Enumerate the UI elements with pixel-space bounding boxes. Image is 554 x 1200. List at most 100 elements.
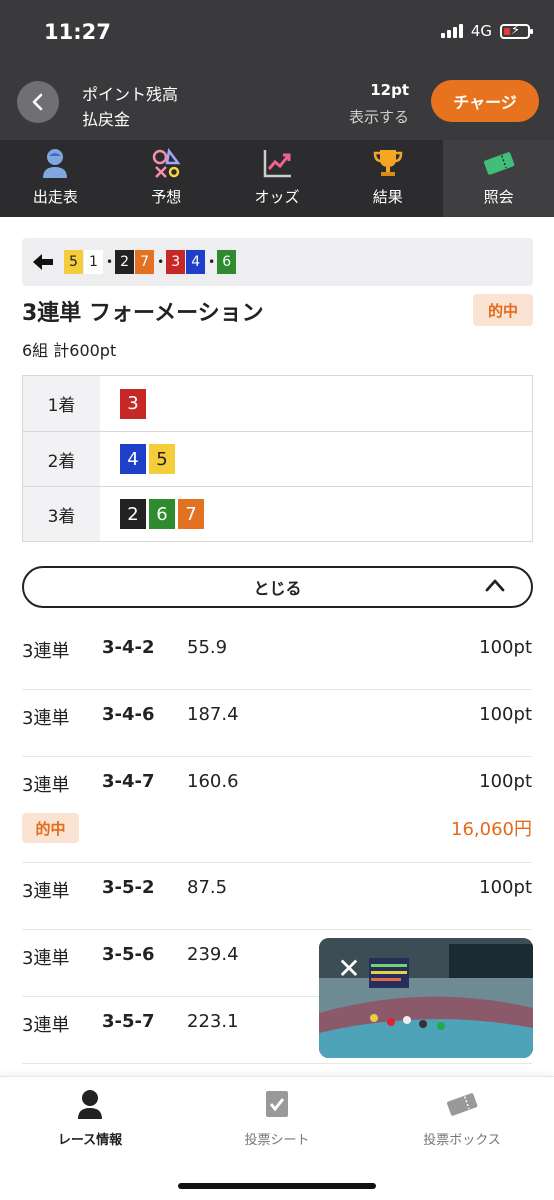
refund-show-link[interactable]: 表示する: [349, 106, 409, 127]
ticket-icon: [482, 146, 516, 180]
combo-summary-bar: 5 1 • 2 7 • 3 4 • 6: [22, 238, 533, 286]
number-box-6: 6: [149, 499, 175, 529]
bet-row: 3連単 3-4-2 55.9 100pt: [22, 623, 532, 690]
charge-button[interactable]: チャージ: [431, 80, 539, 122]
points-label: ポイント残高: [82, 85, 179, 104]
bet-amt: 100pt: [479, 771, 532, 792]
trophy-icon: [371, 146, 405, 180]
tab-label: 予想: [151, 188, 182, 206]
tab-odds[interactable]: オッズ: [222, 140, 333, 217]
bottom-tab-race-info[interactable]: レース情報: [15, 1087, 165, 1148]
place-label: 1着: [23, 376, 100, 431]
hit-badge: 的中: [473, 294, 533, 326]
number-box-2: 2: [115, 250, 135, 274]
prediction-icon: [149, 146, 183, 180]
combo-separator: •: [208, 255, 216, 269]
header: ポイント残高 払戻金 12pt 表示する チャージ: [0, 66, 554, 140]
tab-race-card[interactable]: 出走表: [0, 140, 111, 217]
bottom-tab-label: レース情報: [57, 1133, 123, 1148]
bottom-tab-vote-sheet[interactable]: 投票シート: [202, 1087, 352, 1148]
bet-type: 3連単: [22, 948, 70, 969]
number-box-7: 7: [178, 499, 204, 529]
formation-table: 1着 3 2着 4 5 3着 2 6 7: [22, 375, 533, 542]
bet-title: 3連単 フォーメーション: [22, 301, 264, 326]
number-box-7: 7: [135, 250, 155, 274]
number-box-5: 5: [149, 444, 175, 474]
back-button[interactable]: [17, 81, 59, 123]
bet-row: 3連単 3-4-6 187.4 100pt: [22, 690, 532, 757]
checksheet-icon: [260, 1087, 294, 1121]
points-value: 12pt: [370, 81, 409, 99]
bet-type: 3連単: [22, 708, 70, 729]
bet-odds: 187.4: [187, 704, 239, 725]
bottom-tab-label: 投票シート: [244, 1133, 310, 1148]
place-numbers: 3: [100, 376, 532, 431]
bet-combo: 3-4-7: [102, 771, 155, 792]
bet-amt: 100pt: [479, 637, 532, 658]
tab-label: 結果: [372, 188, 403, 206]
tab-label: オッズ: [254, 188, 300, 206]
bottom-tab-label: 投票ボックス: [423, 1133, 501, 1148]
tab-label: 出走表: [32, 188, 78, 206]
bottom-tab-vote-box[interactable]: 投票ボックス: [387, 1087, 537, 1148]
ticket-box-icon: [445, 1087, 479, 1121]
odds-chart-icon: [260, 146, 294, 180]
top-nav: 出走表 予想 オッズ 結果 照会: [0, 140, 554, 217]
bet-type: 3連単: [22, 641, 70, 662]
chevron-up-icon: [485, 579, 505, 592]
tab-results[interactable]: 結果: [332, 140, 443, 217]
number-box-3: 3: [120, 388, 146, 419]
place-numbers: 267: [100, 487, 532, 541]
bet-row: 3連単 3-4-7 160.6 100pt 的中 16,060円: [22, 757, 532, 863]
tab-label: 照会: [483, 188, 514, 206]
place-row: 3着 2 6 7: [23, 486, 532, 541]
hit-badge: 的中: [22, 813, 79, 843]
place-label: 3着: [23, 487, 100, 541]
tab-prediction[interactable]: 予想: [111, 140, 222, 217]
bet-row: 3連単 3-5-2 87.5 100pt: [22, 863, 532, 930]
tab-inquiry[interactable]: 照会: [443, 140, 554, 217]
network-label: 4G: [470, 22, 492, 40]
status-bar: 11:27 4G ⚡: [0, 0, 554, 66]
home-indicator: [178, 1183, 376, 1189]
bet-type: 3連単: [22, 881, 70, 902]
number-box-4: 4: [186, 250, 206, 274]
close-icon[interactable]: ✕: [329, 948, 369, 988]
combo-separator: •: [106, 255, 114, 269]
combo-groups: 5 1 • 2 7 • 3 4 • 6: [64, 250, 237, 274]
close-label: とじる: [253, 579, 302, 598]
place-label: 2着: [23, 432, 100, 486]
bet-type: 3連単: [22, 1015, 70, 1036]
place-numbers: 45: [100, 432, 532, 486]
payout-amount: 16,060円: [451, 819, 532, 840]
number-box-6: 6: [217, 250, 237, 274]
refund-label: 払戻金: [82, 110, 131, 129]
bet-amt: 100pt: [479, 704, 532, 725]
bottom-tab-bar: レース情報 投票シート 投票ボックス: [0, 1076, 554, 1200]
bet-odds: 87.5: [187, 877, 228, 898]
place-row: 1着 3: [23, 376, 532, 431]
bet-combo: 3-5-2: [102, 877, 155, 898]
bet-odds: 55.9: [187, 637, 228, 658]
racer-icon: [73, 1087, 107, 1121]
status-time: 11:27: [44, 20, 111, 44]
bet-odds: 223.1: [187, 1011, 239, 1032]
close-button[interactable]: とじる: [22, 566, 533, 608]
race-video-player[interactable]: ✕: [319, 938, 533, 1058]
bet-combo: 3-5-7: [102, 1011, 155, 1032]
racer-icon: [38, 146, 72, 180]
arrow-left-icon: [33, 254, 53, 270]
bet-combo: 3-4-6: [102, 704, 155, 725]
place-row: 2着 4 5: [23, 431, 532, 486]
status-indicators: 4G ⚡: [440, 22, 533, 40]
bet-combo: 3-4-2: [102, 637, 155, 658]
signal-icon: [440, 24, 463, 38]
chevron-left-icon: [32, 93, 43, 111]
number-box-4: 4: [120, 444, 146, 474]
bet-odds: 239.4: [187, 944, 239, 965]
bet-amt: 100pt: [479, 877, 532, 898]
battery-icon: ⚡: [500, 23, 533, 39]
bet-type: 3連単: [22, 775, 70, 796]
bet-odds: 160.6: [187, 771, 239, 792]
number-box-2: 2: [120, 499, 146, 529]
